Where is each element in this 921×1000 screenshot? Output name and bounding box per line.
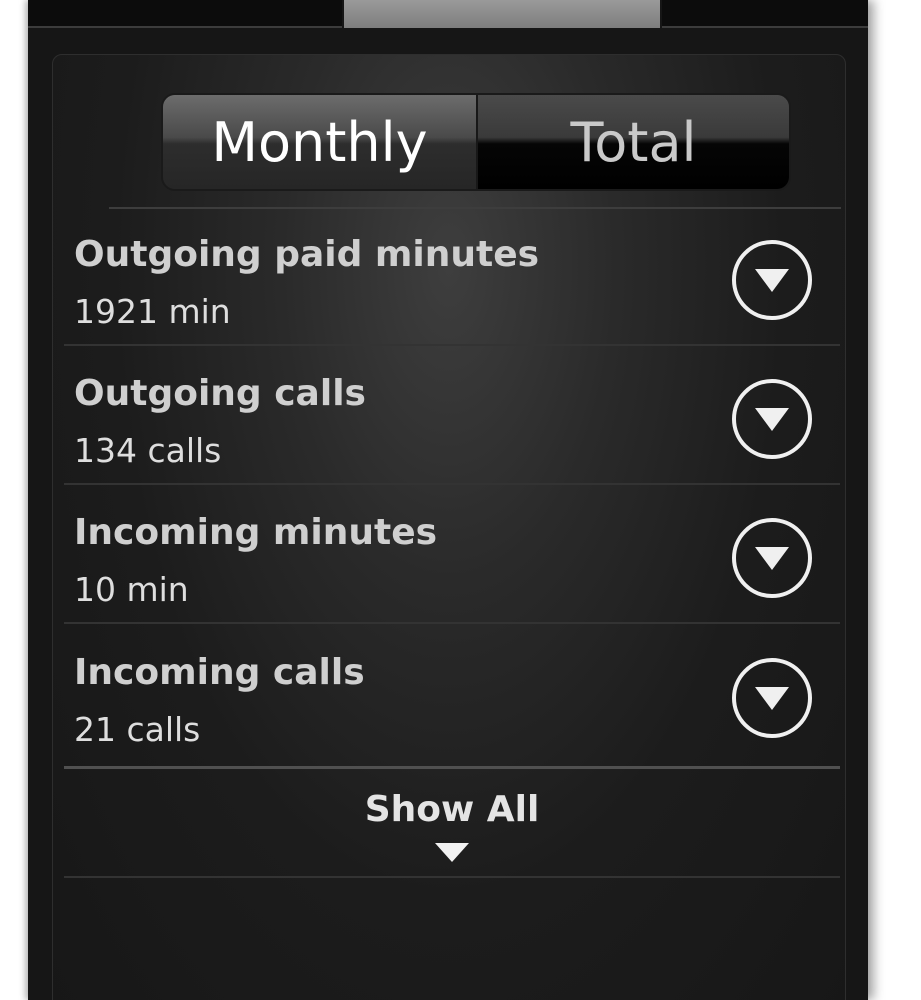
period-toggle: Monthly Total	[161, 93, 791, 191]
show-all-label: Show All	[364, 789, 540, 830]
chevron-down-icon	[755, 408, 789, 431]
show-all-button[interactable]: Show All	[64, 766, 840, 878]
triangle-down-icon	[435, 843, 469, 862]
stat-row-incoming-calls[interactable]: Incoming calls 21 calls	[64, 626, 840, 764]
stat-value: 21 calls	[74, 710, 201, 749]
stat-row-outgoing-paid-minutes[interactable]: Outgoing paid minutes 1921 min	[64, 208, 840, 346]
expand-icon[interactable]	[732, 518, 812, 598]
expand-icon[interactable]	[732, 240, 812, 320]
row-divider	[64, 622, 840, 624]
chevron-down-icon	[755, 269, 789, 292]
stat-title: Outgoing paid minutes	[74, 234, 540, 275]
row-divider	[64, 344, 840, 346]
top-tab-right[interactable]	[662, 0, 868, 28]
phone-screen: Monthly Total Outgoing paid minutes 1921…	[28, 0, 868, 1000]
stat-title: Outgoing calls	[74, 373, 366, 414]
top-tab-bar	[28, 0, 868, 30]
stat-value: 1921 min	[74, 292, 231, 331]
stat-title: Incoming calls	[74, 652, 365, 693]
stat-title: Incoming minutes	[74, 512, 438, 553]
top-tab-selected[interactable]	[344, 0, 660, 28]
stat-row-outgoing-calls[interactable]: Outgoing calls 134 calls	[64, 347, 840, 485]
expand-icon[interactable]	[732, 379, 812, 459]
expand-icon[interactable]	[732, 658, 812, 738]
chevron-down-icon	[755, 547, 789, 570]
stat-value: 134 calls	[74, 431, 222, 470]
chevron-down-icon	[755, 687, 789, 710]
top-tab-left[interactable]	[28, 0, 342, 28]
monthly-toggle-button[interactable]: Monthly	[163, 95, 478, 189]
total-toggle-button[interactable]: Total	[478, 95, 789, 189]
stat-row-incoming-minutes[interactable]: Incoming minutes 10 min	[64, 486, 840, 624]
stat-value: 10 min	[74, 570, 189, 609]
row-divider	[64, 483, 840, 485]
